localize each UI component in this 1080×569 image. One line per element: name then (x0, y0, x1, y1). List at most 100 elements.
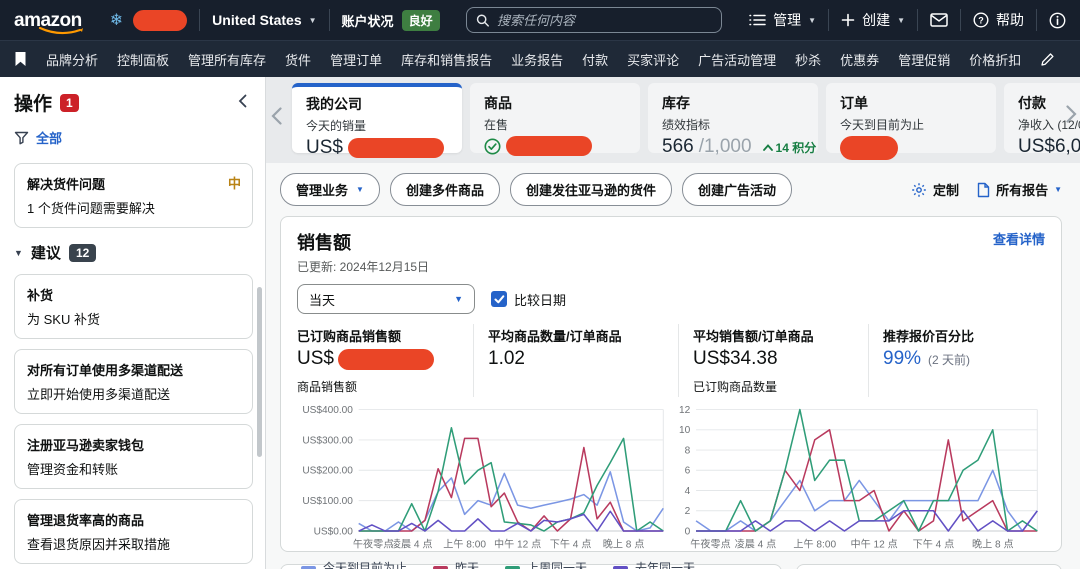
chevron-down-icon: ▼ (897, 15, 905, 25)
ipi-delta-label: 14 积分 (775, 140, 817, 155)
legend-swatch (613, 565, 629, 569)
product-sales-line-chart: US$0.00 US$100.00 US$200.00 US$300.00 US$400… (302, 405, 664, 550)
legend-label: 去年同一天 (635, 561, 696, 569)
redacted-metric-value (337, 348, 434, 370)
divider (960, 9, 961, 31)
nav-item-payments[interactable]: 付款 (582, 50, 608, 69)
ipi-delta: 14 积分 (762, 139, 817, 156)
metric-featured-offer: 推荐报价百分比 99% (2 天前) (868, 324, 988, 397)
nav-item-inventory-sales-reports[interactable]: 库存和销售报告 (401, 50, 492, 69)
nav-item-shipments[interactable]: 货件 (285, 50, 311, 69)
kpi-card-inventory[interactable]: 库存 绩效指标 566/1,000 14 积分 (648, 83, 818, 157)
divider (199, 9, 201, 31)
svg-text:12: 12 (679, 405, 691, 416)
suggestion-card-returns[interactable]: 管理退货率高的商品 查看退货原因并采取措施 (14, 499, 253, 564)
svg-text:8: 8 (685, 445, 691, 456)
divider (1036, 9, 1037, 31)
all-reports-button[interactable]: 所有报告 ▼ (977, 180, 1062, 199)
kpi-subtitle: 今天到目前为止 (840, 118, 925, 132)
kpi-scroll-left-button[interactable] (271, 107, 282, 128)
svg-text:午夜零点: 午夜零点 (690, 537, 730, 550)
kpi-subtitle: 今天的销量 (306, 119, 367, 133)
suggestions-section-toggle[interactable]: ▼ 建议 12 (14, 242, 253, 263)
bookmark-icon[interactable] (14, 51, 27, 67)
suggestion-card-seller-wallet[interactable]: 注册亚马逊卖家钱包 管理资金和转账 (14, 424, 253, 489)
marketplace-selector[interactable]: United States ▼ (212, 12, 316, 28)
svg-text:午夜零点: 午夜零点 (353, 537, 393, 550)
main-content: 我的公司 今天的销量 US$ 商品 在售 库存 绩效指标 566 /1,000 … (266, 77, 1080, 569)
messages-button[interactable] (930, 13, 948, 27)
button-label: 管理业务 (296, 183, 349, 198)
nav-item-customer-reviews[interactable]: 买家评论 (627, 50, 679, 69)
legend-label: 今天到目前为止 (323, 561, 408, 569)
nav-item-brand-analytics[interactable]: 品牌分析 (46, 50, 98, 69)
svg-text:上午 8:00: 上午 8:00 (793, 537, 836, 550)
account-health[interactable]: 账户状况 良好 (341, 9, 440, 31)
manage-business-button[interactable]: 管理业务 ▼ (280, 173, 380, 206)
metric-label: 平均商品数量/订单商品 (488, 329, 622, 344)
manage-menu[interactable]: 管理 ▼ (749, 10, 816, 30)
nav-item-campaign-manager[interactable]: 广告活动管理 (698, 50, 776, 69)
create-campaign-button[interactable]: 创建广告活动 (681, 173, 792, 206)
pencil-icon[interactable] (1040, 52, 1055, 67)
info-circle-icon (1049, 12, 1066, 28)
customize-button[interactable]: 定制 (911, 180, 959, 199)
date-range-select[interactable]: 当天 ▼ (297, 284, 475, 314)
actions-count-badge: 1 (60, 93, 79, 112)
settings-button[interactable] (1049, 12, 1066, 29)
legend-label: 上周同一天 (527, 561, 588, 569)
chevron-down-icon: ▼ (14, 247, 23, 258)
suggestion-card-mcf[interactable]: 对所有订单使用多渠道配送 立即开始使用多渠道配送 (14, 349, 253, 414)
create-menu-label: 创建 (862, 12, 891, 28)
svg-text:US$300.00: US$300.00 (302, 435, 353, 446)
alert-card-shipment-issue[interactable]: 解决货件问题 1 个货件问题需要解决 中 (14, 163, 253, 228)
sales-title: 销售额 (297, 233, 351, 253)
create-products-button[interactable]: 创建多件商品 (389, 173, 500, 206)
metric-label: 推荐报价百分比 (883, 329, 975, 344)
account-health-label: 账户状况 (341, 13, 394, 29)
svg-text:0: 0 (685, 526, 691, 537)
nav-item-dashboard[interactable]: 控制面板 (117, 50, 169, 69)
suggestions-label: 建议 (30, 245, 61, 262)
svg-text:晚上 8 点: 晚上 8 点 (603, 538, 645, 550)
button-label: 创建发往亚马逊的货件 (525, 183, 656, 198)
help-button[interactable]: ? 帮助 (973, 10, 1024, 30)
alert-card-title: 解决货件问题 (27, 177, 106, 192)
filter-all-button[interactable]: 全部 (14, 128, 253, 147)
nav-item-coupons[interactable]: 优惠券 (840, 50, 879, 69)
kpi-card-my-company[interactable]: 我的公司 今天的销量 US$ (292, 83, 462, 158)
legend-item[interactable]: 今天到目前为止 (301, 559, 407, 569)
currency-prefix: US$ (306, 137, 343, 158)
nav-item-deals[interactable]: 秒杀 (795, 50, 821, 69)
kpi-scroll-right-button[interactable] (1066, 105, 1077, 126)
create-menu[interactable]: 创建 ▼ (841, 10, 905, 30)
svg-text:10: 10 (679, 425, 691, 436)
sidebar-collapse-button[interactable] (232, 92, 253, 113)
amazon-smile-icon (38, 26, 83, 34)
legend-swatch (505, 565, 521, 569)
svg-text:US$100.00: US$100.00 (302, 496, 353, 507)
nav-item-business-reports[interactable]: 业务报告 (511, 50, 563, 69)
legend-item[interactable]: 昨天 (433, 559, 479, 569)
nav-item-price-discounts[interactable]: 价格折扣 (969, 50, 1021, 69)
nav-item-manage-promotions[interactable]: 管理促销 (898, 50, 950, 69)
create-shipment-button[interactable]: 创建发往亚马逊的货件 (509, 173, 672, 206)
nav-item-manage-orders[interactable]: 管理订单 (330, 50, 382, 69)
card-subtitle: 立即开始使用多渠道配送 (27, 387, 171, 402)
search-input[interactable] (497, 12, 713, 28)
nav-item-manage-inventory[interactable]: 管理所有库存 (188, 50, 266, 69)
view-details-link[interactable]: 查看详情 (993, 229, 1045, 248)
compare-dates-label: 比较日期 (514, 292, 567, 308)
legend-item[interactable]: 去年同一天 (613, 559, 695, 569)
suggestion-card-restock[interactable]: 补货 为 SKU 补货 (14, 274, 253, 339)
amazon-logo[interactable]: amazon (14, 11, 86, 34)
kpi-card-products[interactable]: 商品 在售 (470, 83, 640, 156)
compare-dates-checkbox[interactable]: 比较日期 (491, 290, 566, 309)
svg-text:4: 4 (685, 486, 691, 497)
svg-text:US$400.00: US$400.00 (302, 405, 353, 416)
legend-item[interactable]: 上周同一天 (505, 559, 587, 569)
kpi-card-orders[interactable]: 订单 今天到目前为止 (826, 83, 996, 160)
sidebar-scrollbar[interactable] (257, 287, 262, 457)
global-search[interactable] (466, 7, 723, 33)
chevron-down-icon: ▼ (308, 15, 317, 25)
